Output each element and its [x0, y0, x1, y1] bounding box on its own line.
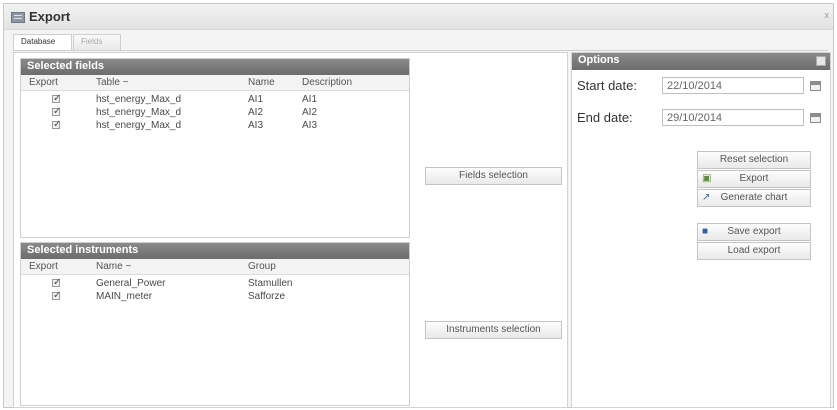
calendar-icon[interactable]: [810, 113, 821, 123]
cell-group: Stamullen: [248, 278, 293, 289]
col-name[interactable]: Name: [248, 77, 275, 88]
fields-selection-button[interactable]: Fields selection: [425, 167, 562, 185]
table-row[interactable]: ✓ hst_energy_Max_d AI1 AI1: [21, 94, 409, 107]
col-table[interactable]: Table ~: [96, 77, 129, 88]
collapse-icon[interactable]: [816, 56, 826, 66]
cell-name: AI3: [248, 120, 264, 131]
save-export-button[interactable]: ■ Save export: [697, 223, 811, 241]
export-icon: ▣: [702, 173, 712, 184]
reset-selection-button[interactable]: Reset selection: [697, 151, 811, 169]
selected-instruments-title: Selected instruments: [21, 243, 409, 259]
col-description[interactable]: Description: [302, 77, 352, 88]
checkbox-icon[interactable]: ✓: [52, 107, 61, 117]
table-row[interactable]: ✓ hst_energy_Max_d AI2 AI2: [21, 107, 409, 120]
list-item[interactable]: ✓ MAIN_meter Safforze: [21, 291, 409, 304]
calendar-icon[interactable]: [810, 81, 821, 91]
window-title: Export: [29, 9, 71, 24]
checkbox-icon[interactable]: ✓: [52, 94, 61, 104]
generate-chart-label: Generate chart: [720, 192, 788, 203]
cell-table: hst_energy_Max_d: [96, 107, 182, 118]
cell-description: AI2: [302, 107, 318, 118]
checkbox-icon[interactable]: ✓: [52, 291, 61, 301]
cell-table: hst_energy_Max_d: [96, 94, 182, 105]
chart-icon: ↗: [702, 192, 711, 203]
selected-fields-title: Selected fields: [21, 59, 409, 75]
export-window: Export x Database Fields Selected fields…: [3, 3, 834, 408]
tab-fields[interactable]: Fields: [73, 34, 121, 50]
cell-name: AI1: [248, 94, 264, 105]
window-titlebar: Export x: [4, 4, 833, 30]
checkbox-icon[interactable]: ✓: [52, 120, 61, 130]
end-date-label: End date:: [577, 110, 633, 125]
start-date-label: Start date:: [577, 78, 637, 93]
selected-fields-panel: Selected fields Export Table ~ Name Desc…: [20, 58, 410, 238]
end-date-input[interactable]: [662, 109, 804, 126]
col-name[interactable]: Name ~: [96, 261, 131, 272]
list-item[interactable]: ✓ General_Power Stamullen: [21, 278, 409, 291]
save-export-label: Save export: [727, 226, 781, 237]
selected-instruments-panel: Selected instruments Export Name ~ Group…: [20, 242, 410, 406]
cell-instrument-name: General_Power: [96, 278, 166, 289]
table-row[interactable]: ✓ hst_energy_Max_d AI3 AI3: [21, 120, 409, 133]
fields-column-headers: Export Table ~ Name Description: [21, 75, 409, 91]
col-export[interactable]: Export: [29, 261, 58, 272]
tab-divider: [13, 50, 828, 51]
cell-instrument-name: MAIN_meter: [96, 291, 153, 302]
instruments-selection-button[interactable]: Instruments selection: [425, 321, 562, 339]
export-button[interactable]: ▣ Export: [697, 170, 811, 188]
cell-name: AI2: [248, 107, 264, 118]
close-icon[interactable]: x: [825, 10, 830, 20]
export-button-label: Export: [739, 173, 769, 184]
save-icon: ■: [702, 226, 709, 237]
options-title: Options: [572, 53, 830, 70]
cell-group: Safforze: [248, 291, 286, 302]
start-date-input[interactable]: [662, 77, 804, 94]
window-icon: [11, 12, 25, 23]
instruments-column-headers: Export Name ~ Group: [21, 259, 409, 275]
tab-database[interactable]: Database: [13, 34, 72, 50]
load-export-button[interactable]: Load export: [697, 242, 811, 260]
generate-chart-button[interactable]: ↗ Generate chart: [697, 189, 811, 207]
options-panel: Options Start date: End date: Reset sele…: [571, 52, 831, 408]
selection-area: Selected fields Export Table ~ Name Desc…: [13, 52, 568, 408]
cell-description: AI3: [302, 120, 318, 131]
col-export[interactable]: Export: [29, 77, 58, 88]
cell-description: AI1: [302, 94, 318, 105]
col-group[interactable]: Group: [248, 261, 276, 272]
checkbox-icon[interactable]: ✓: [52, 278, 61, 288]
cell-table: hst_energy_Max_d: [96, 120, 182, 131]
